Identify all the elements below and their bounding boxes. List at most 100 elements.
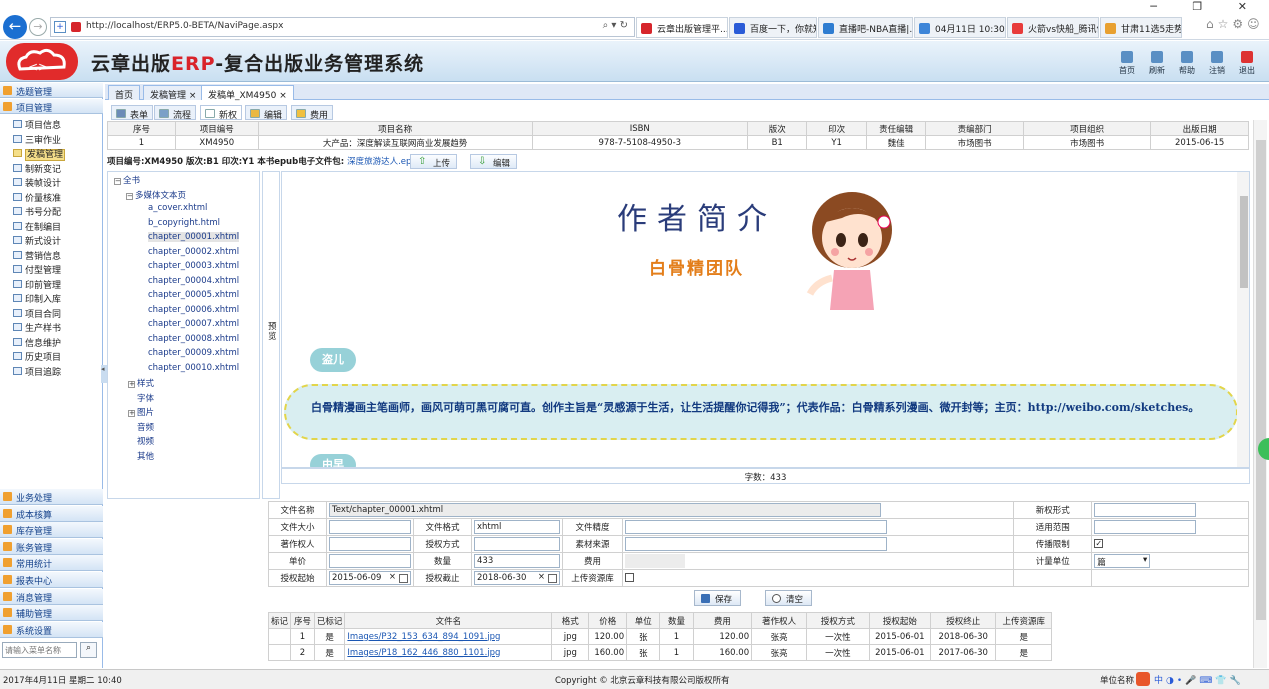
search-refresh-icon[interactable]: ⌕ ▾ ↻ xyxy=(603,20,628,31)
calendar-icon[interactable] xyxy=(548,574,557,583)
preview-scrollbar[interactable] xyxy=(1237,172,1249,467)
sidebar-item[interactable]: 信息维护 xyxy=(12,335,102,349)
tree-node[interactable]: + 样式 xyxy=(128,377,154,389)
main-scroll-thumb[interactable] xyxy=(1256,140,1266,620)
sidebar-section[interactable]: 报表中心 xyxy=(0,572,103,588)
auth-method-field[interactable] xyxy=(474,537,560,551)
end-date-field[interactable]: 2018-06-30 × xyxy=(474,571,560,585)
subtab[interactable]: 表单 xyxy=(111,105,154,121)
file-link[interactable]: Images/P18_162_446_880_1101.jpg xyxy=(344,644,553,661)
sidebar-section[interactable]: 成本核算 xyxy=(0,505,103,522)
ime-icon[interactable] xyxy=(1136,672,1150,686)
save-button[interactable]: 保存 xyxy=(694,590,742,606)
author-field[interactable] xyxy=(329,537,411,551)
tab-send-order[interactable]: 发稿单_XM4950 × xyxy=(201,85,294,101)
sidebar-item[interactable]: 印制入库 xyxy=(12,291,102,305)
tree-toggle-icon[interactable]: + xyxy=(128,381,135,388)
sidebar-item[interactable]: 付型管理 xyxy=(12,262,102,276)
browser-tab[interactable]: 百度一下，你就知道 xyxy=(729,17,817,38)
clear-icon[interactable]: × xyxy=(538,572,545,582)
sidebar-section[interactable]: 项目管理 xyxy=(0,99,103,114)
scope-field[interactable] xyxy=(1094,520,1197,534)
table-row[interactable]: 1 XM4950 大产品：深度解读互联网商业发展趋势 978-7-5108-4950-… xyxy=(107,135,1249,150)
sidebar-item[interactable]: 在制编目 xyxy=(12,219,102,233)
tree-node[interactable]: b_copyright.html xyxy=(148,218,220,228)
sidebar-item[interactable]: 书号分配 xyxy=(12,204,102,218)
sidebar-item[interactable]: 历史项目 xyxy=(12,349,102,363)
sidebar-section[interactable]: 系统设置 xyxy=(0,621,103,638)
back-icon[interactable]: ← xyxy=(3,15,27,39)
tree-node[interactable]: 音频 xyxy=(137,421,154,433)
file-precision-field[interactable] xyxy=(625,520,887,534)
clear-icon[interactable]: × xyxy=(389,572,396,582)
tab-send-manage[interactable]: 发稿管理 × xyxy=(143,85,204,101)
sidebar-section[interactable]: 库存管理 xyxy=(0,522,103,539)
subtab[interactable]: 费用 xyxy=(291,105,334,121)
tree-node[interactable]: a_cover.xhtml xyxy=(148,203,207,213)
tab-home[interactable]: 首页 xyxy=(108,85,141,101)
sidebar-section[interactable]: 辅助管理 xyxy=(0,605,103,622)
url-text[interactable]: http://localhost/ERP5.0-BETA/NaviPage.as… xyxy=(86,21,283,31)
tree-node[interactable]: + 图片 xyxy=(128,406,154,418)
sidebar-item[interactable]: 印前管理 xyxy=(12,277,102,291)
sidebar-section[interactable]: 选题管理 xyxy=(0,83,103,98)
help-button[interactable]: 帮助 xyxy=(1171,51,1203,76)
upload-lib-checkbox[interactable] xyxy=(625,573,634,582)
tree-node[interactable]: chapter_00005.xhtml xyxy=(148,290,239,300)
search-icon[interactable]: ⌕ xyxy=(80,642,97,658)
window-controls[interactable]: ─ ❐ ✕ xyxy=(1150,0,1263,13)
tree-node[interactable]: 其他 xyxy=(137,450,154,462)
file-link[interactable]: Images/P32_153_634_894_1091.jpg xyxy=(344,628,553,645)
table-row[interactable]: 1 是 Images/P32_153_634_894_1091.jpg jpg 120.… xyxy=(267,628,1052,645)
ime-toolbar-icon[interactable]: 中◑•🎤⌨👕🔧 xyxy=(1154,673,1244,686)
tree-node[interactable]: chapter_00003.xhtml xyxy=(148,261,239,271)
home-star-gear-icon[interactable]: ⌂☆⚙☺ xyxy=(1206,17,1264,31)
file-format-field[interactable]: xhtml xyxy=(474,520,560,534)
start-date-field[interactable]: 2015-06-09 × xyxy=(329,571,411,585)
tree-node[interactable]: 字体 xyxy=(137,392,154,404)
tree-toggle-icon[interactable]: − xyxy=(126,192,133,200)
sidebar-section[interactable]: 常用统计 xyxy=(0,555,103,572)
tree-node[interactable]: chapter_00008.xhtml xyxy=(148,334,239,344)
subtab[interactable]: 编辑 xyxy=(245,105,288,121)
browser-tab[interactable]: 04月11日 10:30 N... xyxy=(914,17,1006,38)
browser-tab[interactable]: 甘肃11选5走势图 xyxy=(1100,17,1182,38)
menu-search-input[interactable] xyxy=(2,642,77,658)
sidebar-item[interactable]: 营销信息 xyxy=(12,248,102,262)
tree-node[interactable]: chapter_00007.xhtml xyxy=(148,319,239,329)
tree-toggle-icon[interactable]: − xyxy=(114,178,121,185)
table-row[interactable]: 2 是 Images/P18_162_446_880_1101.jpg jpg 160.… xyxy=(267,644,1052,661)
file-name-field[interactable]: Text/chapter_00001.xhtml xyxy=(329,503,881,517)
sidebar-item[interactable]: 价量核准 xyxy=(12,190,102,204)
home-button[interactable]: 首页 xyxy=(1111,51,1143,76)
sidebar-item[interactable]: 项目追踪 xyxy=(12,364,102,378)
sidebar-section[interactable]: 业务处理 xyxy=(0,489,103,505)
logout-button[interactable]: 注销 xyxy=(1201,51,1233,76)
preview-scroll-thumb[interactable] xyxy=(1240,196,1248,288)
tree-node[interactable]: chapter_00009.xhtml xyxy=(148,348,239,358)
main-scrollbar[interactable] xyxy=(1253,120,1267,668)
tree-node[interactable]: 视频 xyxy=(137,435,154,447)
clear-button[interactable]: 清空 xyxy=(765,590,813,606)
browser-tab[interactable]: 云章出版管理平... × xyxy=(636,17,728,38)
address-bar[interactable]: + http://localhost/ERP5.0-BETA/NaviPage.… xyxy=(50,17,635,37)
tree-node[interactable]: chapter_00002.xhtml xyxy=(148,247,239,257)
price-field[interactable] xyxy=(329,554,411,568)
unit-select[interactable]: 篇 ▾ xyxy=(1094,554,1151,568)
forward-icon[interactable]: → xyxy=(29,18,47,36)
exit-button[interactable]: 退出 xyxy=(1231,51,1263,76)
edit-button[interactable]: ⇩ 编辑 xyxy=(470,154,518,169)
sidebar-item[interactable]: 装帧设计 xyxy=(12,175,102,189)
rights-form-field[interactable] xyxy=(1094,503,1197,517)
sidebar-item[interactable]: 项目信息 xyxy=(12,117,102,131)
tree-node[interactable]: chapter_00006.xhtml xyxy=(148,305,239,315)
material-source-field[interactable] xyxy=(625,537,887,551)
browser-tab[interactable]: 直播吧-NBA直播|... xyxy=(818,17,913,38)
tree-node[interactable]: − 全书 xyxy=(114,174,140,186)
tree-node[interactable]: − 多媒体文本页 xyxy=(126,189,186,201)
calendar-icon[interactable] xyxy=(399,574,408,583)
sidebar-item[interactable]: 项目合同 xyxy=(12,306,102,320)
upload-button[interactable]: ⇧ 上传 xyxy=(410,154,458,169)
subtab[interactable]: 流程 xyxy=(154,105,197,121)
sidebar-section[interactable]: 消息管理 xyxy=(0,588,103,605)
